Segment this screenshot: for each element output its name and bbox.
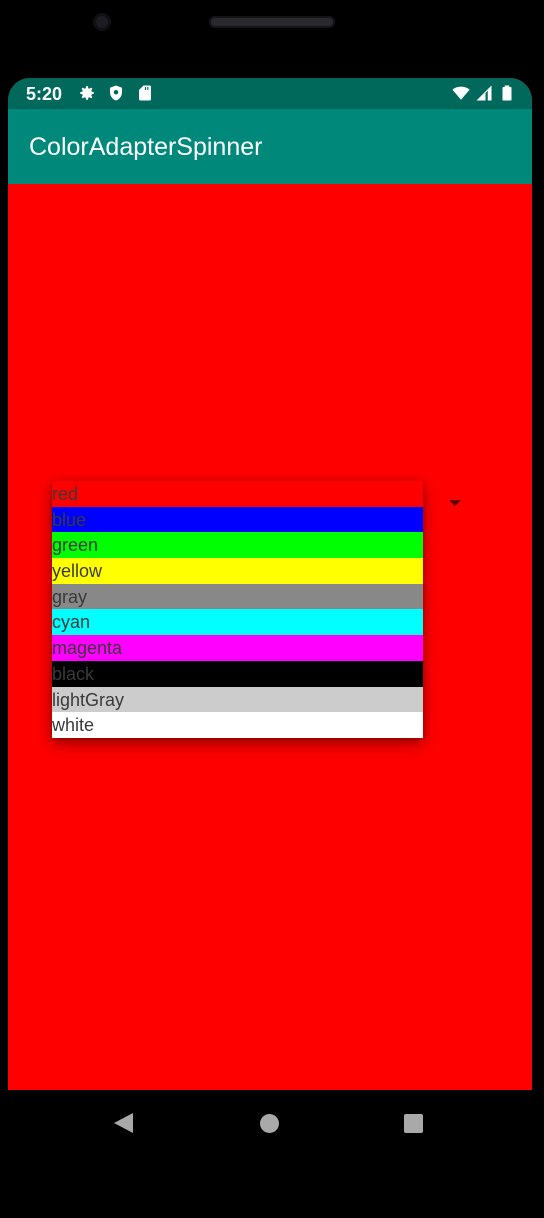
spinner-item-blue[interactable]: blue [52, 506, 423, 533]
shield-icon [110, 85, 122, 101]
spinner-item-lightgray[interactable]: lightGray [52, 686, 423, 713]
wifi-icon [452, 86, 470, 100]
spinner-item-cyan[interactable]: cyan [52, 609, 423, 636]
cell-signal-icon [476, 85, 492, 101]
status-bar: 5:20 [8, 78, 532, 109]
spinner-item-magenta[interactable]: magenta [52, 635, 423, 661]
back-icon[interactable] [114, 1113, 133, 1133]
spinner-item-green[interactable]: green [52, 532, 423, 559]
status-time: 5:20 [26, 84, 63, 104]
gear-icon [80, 86, 94, 100]
screen: 5:20 ColorAdapterSpinner red blue green yel… [8, 78, 532, 1090]
recents-icon[interactable] [404, 1114, 423, 1133]
app-title: ColorAdapterSpinner [29, 133, 263, 161]
app-bar: ColorAdapterSpinner [8, 109, 532, 184]
camera [93, 13, 111, 31]
sd-card-icon [139, 85, 151, 101]
content-area: red blue green yellow gray cyan magenta black li… [8, 184, 532, 1090]
spinner-item-yellow[interactable]: yellow [52, 558, 423, 584]
speaker [209, 16, 335, 28]
spinner-item-gray[interactable]: gray [52, 583, 423, 610]
home-icon[interactable] [260, 1114, 279, 1133]
spinner-item-black[interactable]: black [52, 660, 423, 687]
spinner-dropdown-arrow-icon[interactable] [449, 500, 461, 506]
color-spinner-dropdown: red blue green yellow gray cyan magenta black li… [52, 481, 423, 738]
spinner-item-red[interactable]: red [52, 481, 423, 507]
spinner-item-white[interactable]: white [52, 712, 423, 738]
navigation-bar [0, 1090, 544, 1218]
battery-icon [502, 85, 512, 101]
